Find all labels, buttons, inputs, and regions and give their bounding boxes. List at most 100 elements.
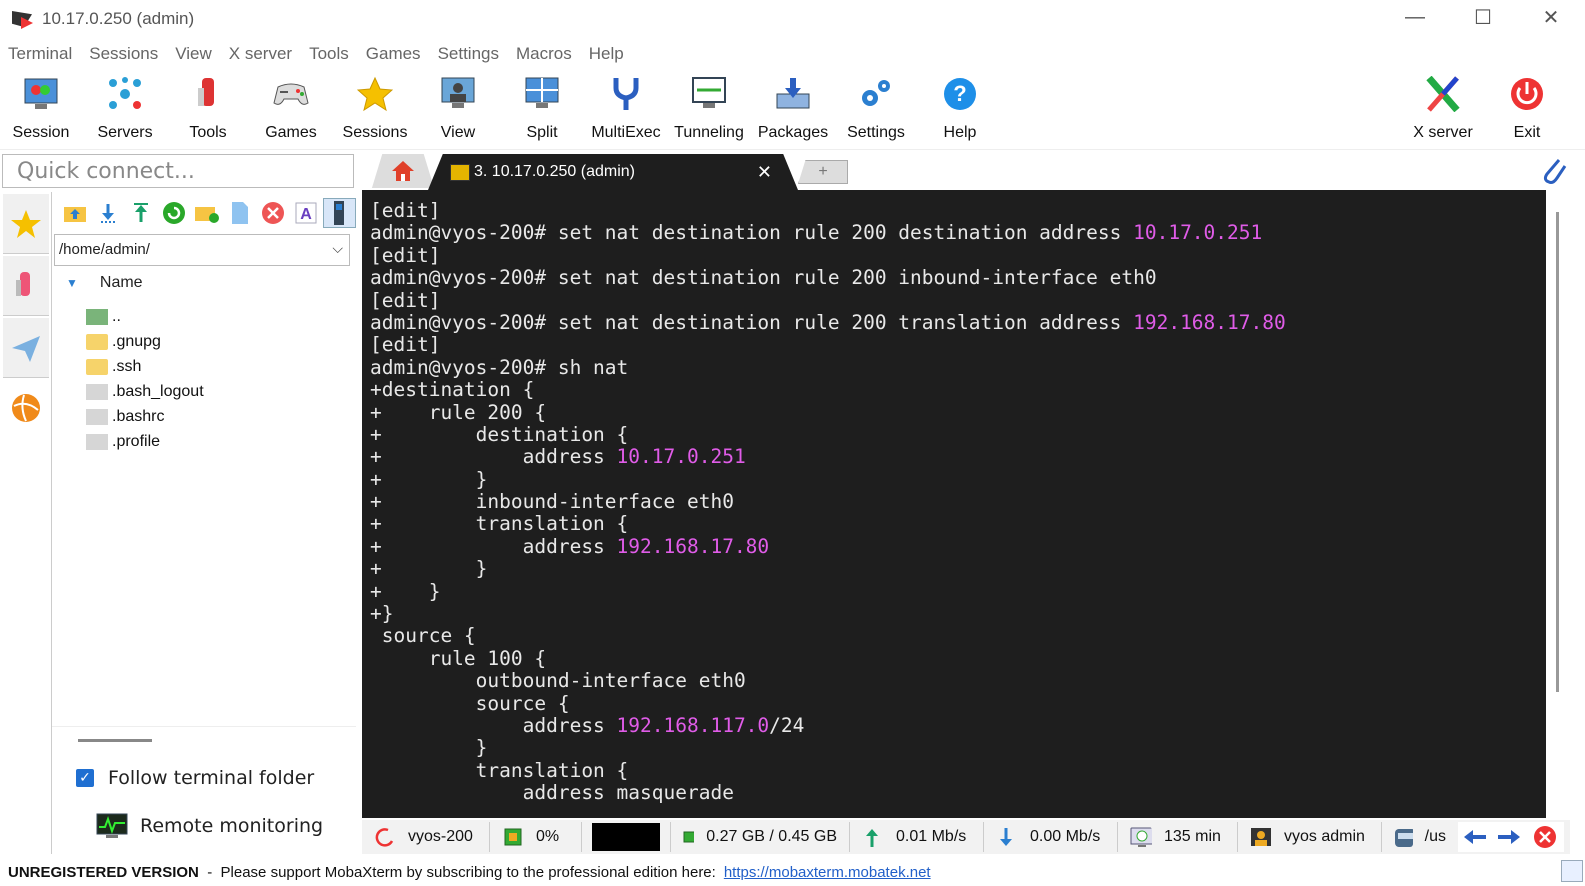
delete-button[interactable] <box>257 198 290 228</box>
terminal-line: + } <box>370 558 1546 580</box>
tunneling-button[interactable]: Tunneling <box>669 74 749 146</box>
follow-terminal-folder-checkbox[interactable]: ✓ Follow terminal folder <box>76 767 314 789</box>
permissions-icon <box>334 201 345 225</box>
sftp-side-button[interactable] <box>3 380 49 436</box>
terminal-text: address <box>370 713 617 737</box>
menu-terminal[interactable]: Terminal <box>0 44 81 64</box>
terminal-line: + address 192.168.17.80 <box>370 534 1546 558</box>
sftp-file-panel: A /home/admin/ ⌵ ▼ Name .. .gnupg .ssh .… <box>52 192 357 854</box>
terminal-text: outbound-interface eth0 <box>370 669 746 693</box>
split-button[interactable]: Split <box>502 74 582 146</box>
terminal-line: outbound-interface eth0 <box>370 670 1546 692</box>
list-item[interactable]: .ssh <box>86 354 204 379</box>
maximize-button[interactable]: ☐ <box>1449 0 1517 34</box>
list-item[interactable]: .profile <box>86 429 204 454</box>
session-button[interactable]: Session <box>1 74 81 146</box>
terminal-text: + rule 200 { <box>370 400 547 424</box>
tab-close-icon[interactable]: ✕ <box>757 162 772 183</box>
home-icon <box>392 161 414 181</box>
servers-button[interactable]: Servers <box>85 74 165 146</box>
rename-button[interactable]: A <box>290 198 323 228</box>
status-bar: vyos-200 0% 0.27 GB / 0.45 GB 0.01 Mb/s … <box>362 820 1570 854</box>
new-tab-button[interactable]: + <box>798 160 848 184</box>
terminal-text: admin@vyos-200# sh nat <box>370 355 629 379</box>
close-button[interactable]: ✕ <box>1517 0 1585 34</box>
terminal-text: [edit] <box>370 243 441 267</box>
terminal-line: address masquerade <box>370 781 1546 804</box>
paperclip-icon[interactable] <box>1541 156 1567 191</box>
tab-session-3[interactable]: 3. 10.17.0.250 (admin) ✕ <box>428 154 798 190</box>
main-toolbar: Session Servers Tools Games Sessions Vie… <box>0 70 1585 150</box>
terminal-text: + destination { <box>370 422 629 446</box>
scrollbar-thumb[interactable] <box>1556 212 1559 692</box>
menu-view[interactable]: View <box>167 44 221 64</box>
new-file-button[interactable] <box>224 198 257 228</box>
name-column-header[interactable]: ▼ Name <box>66 274 143 292</box>
upload-button[interactable] <box>124 198 157 228</box>
download-button[interactable] <box>91 198 124 228</box>
list-item[interactable]: .bash_logout <box>86 379 204 404</box>
terminal-line: + } <box>370 580 1546 603</box>
exit-button[interactable]: Exit <box>1487 74 1567 146</box>
menu-games[interactable]: Games <box>358 44 430 64</box>
star-icon <box>11 209 41 238</box>
settings-button[interactable]: Settings <box>836 74 916 146</box>
x-server-button[interactable]: X server <box>1403 74 1483 146</box>
terminal-line: + } <box>370 467 1546 491</box>
footer-bar: UNREGISTERED VERSION - Please support Mo… <box>0 858 1585 886</box>
uptime-icon <box>1130 827 1152 847</box>
panel-resize-handle[interactable] <box>78 739 152 742</box>
packages-button[interactable]: Packages <box>753 74 833 146</box>
help-button[interactable]: ? Help <box>920 74 1000 146</box>
tools-button[interactable]: Tools <box>168 74 248 146</box>
new-folder-button[interactable] <box>190 198 223 228</box>
list-item[interactable]: .. <box>86 304 204 329</box>
terminal-text: + inbound-interface eth0 <box>370 490 734 514</box>
home-tab[interactable] <box>371 154 435 188</box>
menu-x-server[interactable]: X server <box>221 44 301 64</box>
terminal-output[interactable]: [edit] admin@vyos-200# set nat destinatio… <box>362 190 1546 818</box>
terminal-text: + address <box>370 534 617 558</box>
tools-side-button[interactable] <box>3 256 49 316</box>
macros-side-button[interactable] <box>3 318 49 378</box>
file-icon <box>86 433 108 450</box>
scroll-right-button[interactable] <box>1492 822 1526 852</box>
sessions-side-button[interactable] <box>3 194 49 254</box>
terminal-line: + translation { <box>370 513 1546 535</box>
path-dropdown[interactable]: /home/admin/ ⌵ <box>54 234 350 266</box>
list-item[interactable]: .gnupg <box>86 329 204 354</box>
terminal-text: + address <box>370 445 617 469</box>
star-icon <box>355 74 395 114</box>
menu-help[interactable]: Help <box>581 44 633 64</box>
games-button[interactable]: Games <box>251 74 331 146</box>
terminal-line: +} <box>370 602 1546 626</box>
minimize-button[interactable]: — <box>1381 0 1449 34</box>
quick-connect-input[interactable] <box>2 154 354 188</box>
sessions-button[interactable]: Sessions <box>335 74 415 146</box>
terminal-scrollbar[interactable] <box>1546 190 1570 818</box>
mobatek-link[interactable]: https://mobaxterm.mobatek.net <box>724 864 931 881</box>
terminal-line: } <box>370 737 1546 759</box>
ip-address: 10.17.0.251 <box>616 445 746 469</box>
remote-monitoring-button[interactable]: Remote monitoring <box>96 813 323 839</box>
terminal-text: source { <box>370 691 570 715</box>
folder-icon <box>86 333 108 350</box>
permissions-button[interactable] <box>322 198 357 228</box>
scroll-left-button[interactable] <box>1458 822 1492 852</box>
status-close-button[interactable] <box>1526 822 1564 852</box>
multiexec-button[interactable]: MultiExec <box>586 74 666 146</box>
resize-grip[interactable] <box>1561 860 1583 882</box>
menu-settings[interactable]: Settings <box>430 44 508 64</box>
menu-macros[interactable]: Macros <box>508 44 581 64</box>
view-button[interactable]: View <box>418 74 498 146</box>
terminal-line: [edit] <box>370 289 1546 312</box>
menu-sessions[interactable]: Sessions <box>81 44 167 64</box>
list-item[interactable]: .bashrc <box>86 404 204 429</box>
menu-tools[interactable]: Tools <box>301 44 358 64</box>
sort-arrow-icon: ▼ <box>66 276 78 290</box>
refresh-button[interactable] <box>157 198 190 228</box>
status-host[interactable]: vyos-200 <box>362 822 490 852</box>
terminal-text: + } <box>370 467 488 491</box>
parent-folder-button[interactable] <box>58 198 91 228</box>
terminal-text: +} <box>370 602 394 626</box>
